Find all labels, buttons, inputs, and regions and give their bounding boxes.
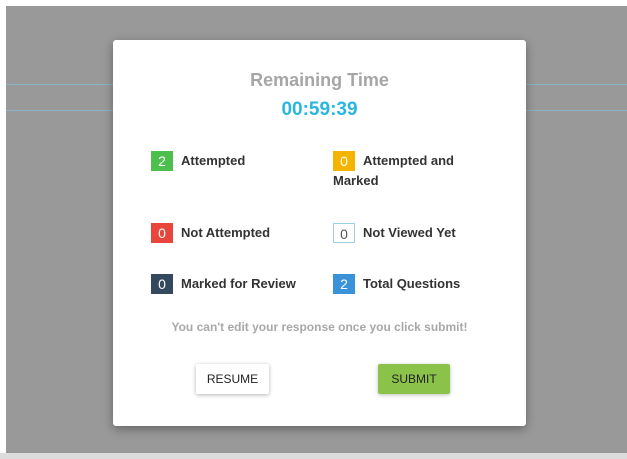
stat-marked-for-review: 0 Marked for Review	[151, 274, 296, 294]
not-viewed-yet-count-badge: 0	[333, 223, 355, 243]
attempted-label: Attempted	[181, 153, 246, 168]
marked-for-review-count-badge: 0	[151, 274, 173, 294]
resume-button[interactable]: RESUME	[196, 364, 269, 394]
not-viewed-yet-label: Not Viewed Yet	[363, 225, 456, 240]
stat-not-viewed-yet: 0 Not Viewed Yet	[333, 223, 456, 243]
countdown-timer: 00:59:39	[281, 99, 358, 120]
stat-attempted: 2 Attempted	[151, 151, 245, 171]
not-attempted-label: Not Attempted	[181, 225, 271, 240]
page-bottom-bar	[0, 453, 627, 459]
marked-for-review-label: Marked for Review	[181, 276, 296, 291]
stat-attempted-and-marked: 0 Attempted and Marked	[333, 151, 483, 191]
remaining-time-title: Remaining Time	[250, 70, 389, 90]
attempted-count-badge: 2	[151, 151, 173, 171]
stat-not-attempted: 0 Not Attempted	[151, 223, 270, 243]
total-questions-count-badge: 2	[333, 274, 355, 294]
total-questions-label: Total Questions	[363, 276, 461, 291]
stat-total-questions: 2 Total Questions	[333, 274, 460, 294]
not-attempted-count-badge: 0	[151, 223, 173, 243]
submit-confirmation-dialog: Remaining Time 00:59:39 2 Attempted 0 At…	[113, 40, 526, 426]
attempted-and-marked-count-badge: 0	[333, 151, 355, 171]
submit-warning-text: You can't edit your response once you cl…	[171, 320, 468, 334]
submit-button[interactable]: SUBMIT	[378, 364, 450, 394]
